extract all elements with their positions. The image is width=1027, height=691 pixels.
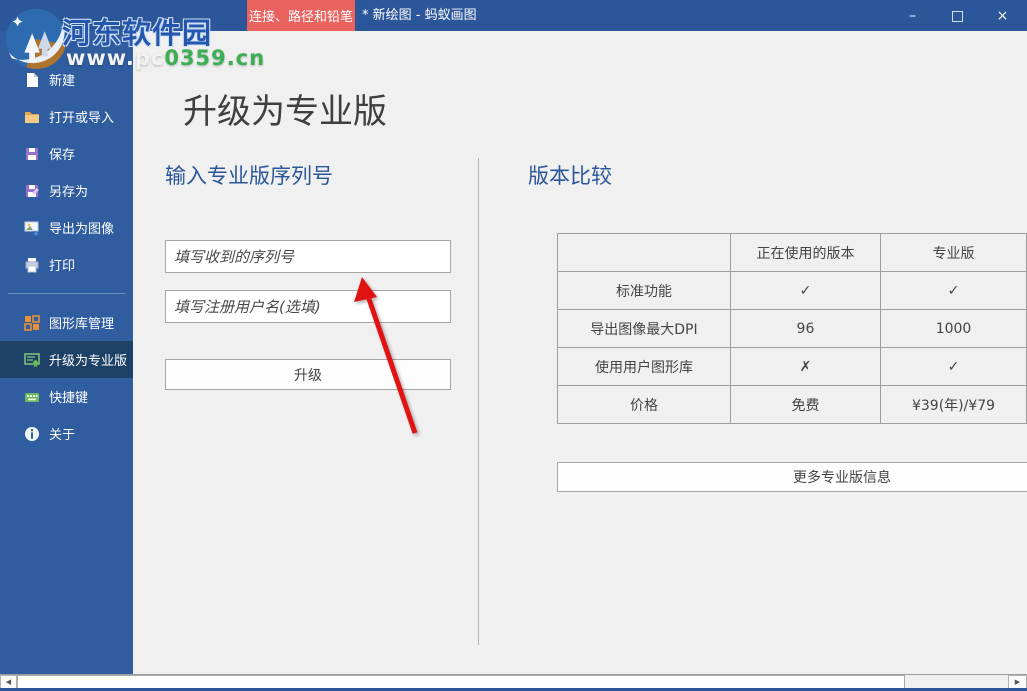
check-icon: ✓ <box>881 272 1027 310</box>
page-title: 升级为专业版 <box>183 84 387 133</box>
feature-label: 使用用户图形库 <box>558 348 731 386</box>
table-row: 价格 免费 ¥39(年)/¥79 <box>558 386 1027 424</box>
sidebar-item-new[interactable]: 新建 <box>0 61 133 98</box>
vertical-divider <box>478 158 479 645</box>
sidebar-divider <box>8 293 125 294</box>
open-folder-icon <box>24 109 40 125</box>
title-bar: 连接、路径和铅笔 * 新绘图 - 蚂蚁画图 – □ × <box>0 0 1027 31</box>
sidebar-item-print[interactable]: 打印 <box>0 246 133 283</box>
sidebar-item-about[interactable]: 关于 <box>0 415 133 452</box>
sidebar-item-label: 保存 <box>49 144 75 163</box>
sidebar-item-export-image[interactable]: 导出为图像 <box>0 209 133 246</box>
cell-value: 免费 <box>730 386 880 424</box>
feature-label: 导出图像最大DPI <box>558 310 731 348</box>
registered-username-input[interactable] <box>165 290 451 323</box>
app-window: 连接、路径和铅笔 * 新绘图 - 蚂蚁画图 – □ × 新建 打开或导入 保存 … <box>0 0 1027 691</box>
table-header-row: 正在使用的版本 专业版 <box>558 234 1027 272</box>
sidebar-item-label: 图形库管理 <box>49 313 114 332</box>
print-icon <box>24 257 40 273</box>
header-feature <box>558 234 731 272</box>
sidebar-item-save[interactable]: 保存 <box>0 135 133 172</box>
check-icon: ✓ <box>730 272 880 310</box>
serial-number-input[interactable] <box>165 240 451 273</box>
new-file-icon <box>24 72 40 88</box>
close-button[interactable]: × <box>980 0 1025 31</box>
sidebar-item-shortcuts[interactable]: 快捷键 <box>0 378 133 415</box>
scroll-right-button[interactable]: ▶ <box>1008 675 1027 689</box>
sidebar-item-label: 打印 <box>49 255 75 274</box>
cell-value: 1000 <box>881 310 1027 348</box>
window-title: * 新绘图 - 蚂蚁画图 <box>362 0 477 31</box>
upgrade-button[interactable]: 升级 <box>165 359 451 390</box>
sidebar-item-label: 关于 <box>49 424 75 443</box>
header-current-version: 正在使用的版本 <box>730 234 880 272</box>
feature-label: 价格 <box>558 386 731 424</box>
cross-icon: ✗ <box>730 348 880 386</box>
scroll-left-button[interactable]: ◀ <box>0 675 17 689</box>
table-row: 标准功能 ✓ ✓ <box>558 272 1027 310</box>
info-icon <box>24 426 40 442</box>
ribbon-tab-connections[interactable]: 连接、路径和铅笔 <box>247 0 355 31</box>
minimize-button[interactable]: – <box>890 0 935 31</box>
url-suffix: 0359.cn <box>164 46 265 70</box>
table-row: 使用用户图形库 ✗ ✓ <box>558 348 1027 386</box>
scrollbar-thumb[interactable] <box>17 675 905 689</box>
sidebar-item-upgrade-pro[interactable]: 升级为专业版 <box>0 341 133 378</box>
sidebar-item-label: 升级为专业版 <box>49 350 127 369</box>
sidebar-item-label: 另存为 <box>49 181 88 200</box>
save-as-icon <box>24 183 40 199</box>
sidebar-item-open[interactable]: 打开或导入 <box>0 98 133 135</box>
sidebar-item-label: 打开或导入 <box>49 107 114 126</box>
sidebar-item-label: 新建 <box>49 70 75 89</box>
sidebar-item-shape-library[interactable]: 图形库管理 <box>0 304 133 341</box>
check-icon: ✓ <box>881 348 1027 386</box>
shape-library-icon <box>24 315 40 331</box>
sidebar-item-save-as[interactable]: 另存为 <box>0 172 133 209</box>
more-pro-info-button[interactable]: 更多专业版信息 <box>557 462 1027 492</box>
cell-value: 96 <box>730 310 880 348</box>
save-icon <box>24 146 40 162</box>
sidebar-item-label: 快捷键 <box>49 387 88 406</box>
export-image-icon <box>24 220 40 236</box>
serial-section-title: 输入专业版序列号 <box>165 160 333 190</box>
compare-section-title: 版本比较 <box>528 160 612 190</box>
horizontal-scrollbar: ◀ ▶ <box>0 674 1027 688</box>
table-row: 导出图像最大DPI 96 1000 <box>558 310 1027 348</box>
version-compare-table: 正在使用的版本 专业版 标准功能 ✓ ✓ 导出图像最大DPI 96 1000 使… <box>557 233 1027 424</box>
feature-label: 标准功能 <box>558 272 731 310</box>
cell-value: ¥39(年)/¥79 <box>881 386 1027 424</box>
upgrade-certificate-icon <box>24 352 40 368</box>
header-pro-version: 专业版 <box>881 234 1027 272</box>
keyboard-icon <box>24 389 40 405</box>
window-controls: – □ × <box>890 0 1025 31</box>
sidebar-item-label: 导出为图像 <box>49 218 114 237</box>
maximize-button[interactable]: □ <box>935 0 980 31</box>
sidebar: 新建 打开或导入 保存 另存为 导出为图像 打印 图形库管理 升 <box>0 31 133 674</box>
